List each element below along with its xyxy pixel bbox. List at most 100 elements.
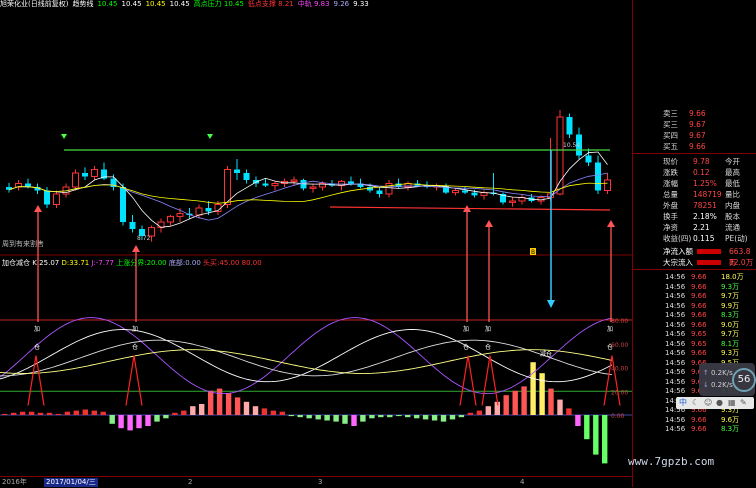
histogram-bar bbox=[503, 395, 509, 415]
candle-body bbox=[385, 183, 393, 195]
quote-label: 量比 bbox=[725, 190, 740, 199]
histogram-bar bbox=[602, 415, 608, 464]
time-axis: 2016年 2017/01/04/三 2 3 4 bbox=[0, 476, 632, 488]
quote-label: 收益(四) bbox=[663, 234, 692, 243]
quote-label: 今开 bbox=[725, 157, 740, 166]
j-line bbox=[0, 317, 613, 395]
histogram-bar bbox=[279, 411, 285, 415]
quote-row: 外盘 78251 内盘 bbox=[633, 200, 756, 211]
histogram-bar bbox=[37, 412, 44, 415]
candle-body bbox=[205, 208, 212, 212]
histogram-bar bbox=[216, 388, 223, 415]
trade-row: 14:56 9.66 8.3万 bbox=[633, 424, 756, 435]
add-position-label: 加 bbox=[463, 325, 469, 333]
header-value: 9.33 bbox=[353, 0, 369, 8]
mic-icon[interactable]: ● bbox=[716, 398, 723, 407]
histogram-bar bbox=[467, 412, 474, 415]
sub-axis-label: 20.00 bbox=[611, 389, 628, 396]
order-book-row: 买五 9.66 bbox=[633, 141, 756, 152]
histogram-bar bbox=[288, 415, 294, 417]
quote-label: PE(动) bbox=[725, 234, 748, 243]
buy-arrow-icon bbox=[485, 220, 493, 227]
histogram-bar bbox=[422, 415, 429, 420]
candle-body bbox=[53, 193, 60, 205]
histogram-bar bbox=[136, 415, 142, 429]
histogram-bar bbox=[145, 415, 151, 426]
histogram-bar bbox=[82, 409, 88, 415]
high-price-label: 10.54 bbox=[563, 142, 580, 149]
quote-row: 现价 9.78 今开 bbox=[633, 156, 756, 167]
watermark: www.7gpzb.com bbox=[628, 455, 715, 468]
quote-value: 2.18% bbox=[693, 212, 717, 221]
histogram-bar bbox=[243, 401, 250, 415]
histogram-bar bbox=[360, 415, 366, 422]
histogram-bar bbox=[190, 406, 196, 415]
panel-separator bbox=[633, 153, 756, 154]
ime-toolbar[interactable]: 中 ☾ ☺ ● ▦ ✎ bbox=[676, 397, 754, 409]
sell-signal-arrow-icon bbox=[61, 134, 67, 139]
histogram-bar bbox=[19, 411, 26, 415]
sub-chart-value: 上涨分界:20.00 bbox=[116, 258, 169, 267]
download-arrow-icon: ↓ bbox=[703, 381, 709, 389]
candle-body bbox=[224, 169, 231, 205]
histogram-bar bbox=[109, 415, 115, 424]
histogram-bar bbox=[575, 415, 581, 426]
histogram-bar bbox=[324, 415, 330, 421]
sub-chart-header: 加仓减仓 K:25.07 D:33.71 J:-7.77 上涨分界:20.00 … bbox=[2, 258, 262, 267]
quote-label: 内盘 bbox=[725, 201, 740, 210]
quote-label: 涨幅 bbox=[663, 179, 678, 188]
histogram-bar bbox=[181, 410, 187, 415]
histogram-bar bbox=[584, 415, 590, 440]
keyboard-icon[interactable]: ▦ bbox=[728, 398, 736, 407]
upload-arrow-icon: ↑ bbox=[703, 369, 709, 377]
sell-arrow-icon bbox=[547, 300, 555, 308]
candle-body bbox=[167, 215, 174, 223]
histogram-bar bbox=[261, 408, 268, 415]
emoji-icon[interactable]: ☺ bbox=[704, 398, 712, 407]
ime-mode-label[interactable]: 中 bbox=[679, 398, 687, 407]
upload-speed: 0.2K/s bbox=[711, 369, 733, 377]
candles bbox=[6, 110, 611, 242]
candle-body bbox=[348, 181, 354, 184]
candle-body bbox=[509, 200, 516, 203]
header-value: 10.45 bbox=[97, 0, 118, 8]
time-axis-label: 2 bbox=[188, 478, 193, 486]
flow-bar bbox=[697, 249, 721, 254]
histogram-bar bbox=[297, 415, 303, 418]
histogram-bar bbox=[46, 412, 53, 415]
panel-separator bbox=[633, 269, 756, 270]
candle-body bbox=[234, 169, 240, 173]
histogram-bar bbox=[154, 415, 160, 422]
b-flag-label: B bbox=[531, 249, 535, 256]
quote-value: 9.78 bbox=[693, 157, 710, 166]
main-chart[interactable]: 10.548.7210.26周到有来割售加仓减仓 K:25.07 D:33.71… bbox=[0, 0, 632, 478]
histogram-bar bbox=[593, 415, 599, 455]
sub-chart-value: 头买:45.00 bbox=[203, 258, 242, 267]
sub-chart-value: J:-7.77 bbox=[90, 259, 116, 267]
order-book-price: 9.66 bbox=[689, 109, 706, 118]
trade-volume: 8.3万 bbox=[721, 425, 740, 433]
speed-value: 56 bbox=[737, 374, 751, 385]
histogram-bar bbox=[449, 415, 456, 420]
skin-icon[interactable]: ✎ bbox=[740, 398, 747, 407]
quote-label: 换手 bbox=[663, 212, 678, 221]
histogram-bar bbox=[91, 410, 97, 415]
sub-chart-value: D:33.71 bbox=[61, 259, 91, 267]
histogram-bar bbox=[306, 415, 312, 419]
signal-spike bbox=[125, 355, 143, 406]
quote-label: 外盘 bbox=[663, 201, 678, 210]
moon-icon[interactable]: ☾ bbox=[692, 398, 699, 407]
signal-spike bbox=[27, 355, 45, 406]
low-price-label: 8.72 bbox=[137, 235, 151, 242]
histogram-bar bbox=[440, 415, 447, 422]
histogram-bar bbox=[431, 415, 438, 421]
histogram-bar bbox=[485, 406, 491, 415]
time-axis-label: 4 bbox=[520, 478, 525, 486]
network-speed-widget[interactable]: ↑ 0.2K/s ↓ 0.2K/s 56 bbox=[699, 363, 756, 396]
candle-body bbox=[585, 155, 592, 163]
order-book-price: 9.66 bbox=[689, 142, 706, 151]
speed-gauge: 56 bbox=[732, 368, 756, 392]
histogram-bar bbox=[208, 390, 214, 415]
order-book-price: 9.67 bbox=[689, 131, 706, 140]
warehouse-label: 仓 bbox=[485, 343, 491, 351]
